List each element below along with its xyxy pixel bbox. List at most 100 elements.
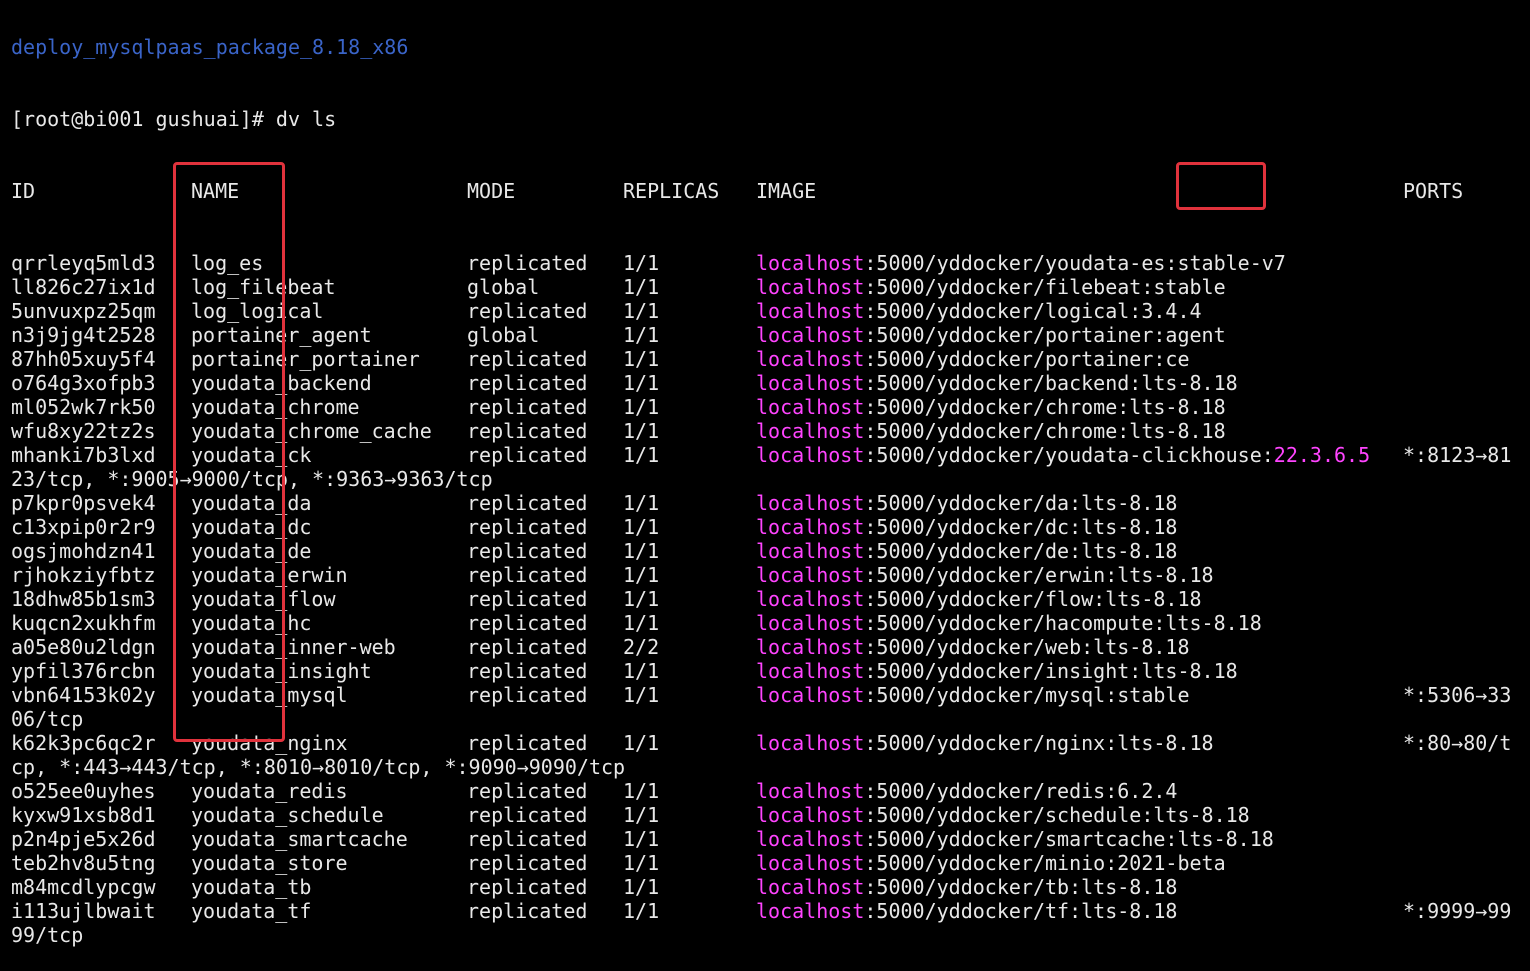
service-name: portainer_agent — [191, 323, 372, 347]
service-id: ll826c27ix1d — [11, 275, 156, 299]
service-name: youdata_schedule — [191, 803, 384, 827]
service-id: a05e80u2ldgn — [11, 635, 156, 659]
service-name: youdata_hc — [191, 611, 312, 635]
table-row: ypfil376rcbn youdata_insight replicated 1/1… — [0, 659, 1530, 683]
service-mode: replicated — [467, 827, 588, 851]
service-name: youdata_de — [191, 539, 312, 563]
terminal-output[interactable]: deploy_mysqlpaas_package_8.18_x86 [root@… — [0, 0, 1530, 971]
service-mode: replicated — [467, 251, 588, 275]
image-host: localhost — [756, 491, 865, 515]
service-mode: replicated — [467, 539, 588, 563]
image-host: localhost — [756, 323, 865, 347]
service-id: k62k3pc6qc2r — [11, 731, 156, 755]
service-mode: replicated — [467, 635, 588, 659]
service-mode: replicated — [467, 587, 588, 611]
image-path: :5000/yddocker/flow:lts-8.18 — [864, 587, 1202, 611]
service-name: portainer_portainer — [191, 347, 420, 371]
table-row: ml052wk7rk50 youdata_chrome replicated 1/1 l… — [0, 395, 1530, 419]
ports-continuation: 99/tcp — [11, 923, 84, 947]
image-host: localhost — [756, 419, 865, 443]
table-row: vbn64153k02y youdata_mysql replicated 1/1 lo… — [0, 683, 1530, 707]
service-name: youdata_dc — [191, 515, 312, 539]
image-path: :5000/yddocker/tb:lts-8.18 — [864, 875, 1178, 899]
image-host: localhost — [756, 587, 865, 611]
service-replicas: 1/1 — [623, 827, 660, 851]
service-id: ogsjmohdzn41 — [11, 539, 156, 563]
ports-wrap-line: cp, *:443→443/tcp, *:8010→8010/tcp, *:90… — [0, 755, 1530, 779]
image-path: :5000/yddocker/portainer:ce — [864, 347, 1190, 371]
service-image: localhost:5000/yddocker/youdata-clickhou… — [756, 443, 1370, 467]
service-image: localhost:5000/yddocker/dc:lts-8.18 — [756, 515, 1177, 539]
service-list: qrrleyq5mld3 log_es replicated 1/1 localhost… — [0, 251, 1530, 947]
service-mode: replicated — [467, 875, 588, 899]
service-image: localhost:5000/yddocker/insight:lts-8.18 — [756, 659, 1238, 683]
image-host: localhost — [756, 779, 865, 803]
image-path: :5000/yddocker/schedule:lts-8.18 — [864, 803, 1250, 827]
service-replicas: 1/1 — [623, 659, 660, 683]
image-host: localhost — [756, 515, 865, 539]
image-host: localhost — [756, 275, 865, 299]
service-name: youdata_mysql — [191, 683, 348, 707]
image-path: :5000/yddocker/chrome:lts-8.18 — [864, 395, 1226, 419]
service-name: log_logical — [191, 299, 324, 323]
table-row: kuqcn2xukhfm youdata_hc replicated 1/1 local… — [0, 611, 1530, 635]
service-replicas: 1/1 — [623, 491, 660, 515]
table-row: i113ujlbwait youdata_tf replicated 1/1 local… — [0, 899, 1530, 923]
service-replicas: 1/1 — [623, 443, 660, 467]
header-id: ID — [11, 179, 36, 203]
image-path: :5000/yddocker/filebeat:stable — [864, 275, 1226, 299]
table-header: ID NAME MODE REPLICAS IMAGE PORTS — [0, 179, 1530, 203]
service-image: localhost:5000/yddocker/backend:lts-8.18 — [756, 371, 1238, 395]
shell-prompt: [root@bi001 gushuai]# dv ls — [11, 107, 337, 131]
service-name: youdata_flow — [191, 587, 336, 611]
service-image: localhost:5000/yddocker/flow:lts-8.18 — [756, 587, 1202, 611]
service-name: youdata_insight — [191, 659, 372, 683]
table-row: p2n4pje5x26d youdata_smartcache replicated… — [0, 827, 1530, 851]
service-mode: global — [467, 275, 540, 299]
service-image: localhost:5000/yddocker/hacompute:lts-8.… — [756, 611, 1262, 635]
ports-wrap-line: 06/tcp — [0, 707, 1530, 731]
header-replicas: REPLICAS — [623, 179, 720, 203]
service-id: 5unvuxpz25qm — [11, 299, 156, 323]
service-mode: replicated — [467, 899, 588, 923]
table-row: o525ee0uyhes youdata_redis replicated 1/1 lo… — [0, 779, 1530, 803]
service-mode: replicated — [467, 491, 588, 515]
service-id: c13xpip0r2r9 — [11, 515, 156, 539]
service-replicas: 1/1 — [623, 803, 660, 827]
service-mode: replicated — [467, 563, 588, 587]
image-host: localhost — [756, 539, 865, 563]
image-host: localhost — [756, 683, 865, 707]
image-path: :5000/yddocker/logical:3.4.4 — [864, 299, 1202, 323]
table-row: rjhokziyfbtz youdata_erwin replicated 1/1 lo… — [0, 563, 1530, 587]
header-image: IMAGE — [756, 179, 817, 203]
table-row: mhanki7b3lxd youdata_ck replicated 1/1 local… — [0, 443, 1530, 467]
service-name: youdata_backend — [191, 371, 372, 395]
service-image: localhost:5000/yddocker/youdata-es:stabl… — [756, 251, 1286, 275]
ports-wrap-line: 99/tcp — [0, 923, 1530, 947]
image-host: localhost — [756, 635, 865, 659]
service-id: i113ujlbwait — [11, 899, 156, 923]
ports-continuation: 06/tcp — [11, 707, 84, 731]
service-replicas: 1/1 — [623, 731, 660, 755]
service-replicas: 1/1 — [623, 251, 660, 275]
image-path: :5000/yddocker/youdata-clickhouse: — [864, 443, 1274, 467]
image-host: localhost — [756, 659, 865, 683]
image-host: localhost — [756, 731, 865, 755]
image-path: :5000/yddocker/hacompute:lts-8.18 — [864, 611, 1262, 635]
ports-continuation: cp, *:443→443/tcp, *:8010→8010/tcp, *:90… — [11, 755, 626, 779]
service-id: o525ee0uyhes — [11, 779, 156, 803]
service-image: localhost:5000/yddocker/mysql:stable — [756, 683, 1189, 707]
table-row: k62k3pc6qc2r youdata_nginx replicated 1/1 lo… — [0, 731, 1530, 755]
image-path: :5000/yddocker/backend:lts-8.18 — [864, 371, 1238, 395]
image-host: localhost — [756, 899, 865, 923]
service-replicas: 1/1 — [623, 563, 660, 587]
service-name: youdata_tb — [191, 875, 312, 899]
image-path: :5000/yddocker/redis:6.2.4 — [864, 779, 1178, 803]
header-name: NAME — [191, 179, 240, 203]
service-image: localhost:5000/yddocker/filebeat:stable — [756, 275, 1226, 299]
image-host: localhost — [756, 347, 865, 371]
image-path: :5000/yddocker/de:lts-8.18 — [864, 539, 1178, 563]
image-host: localhost — [756, 827, 865, 851]
service-mode: replicated — [467, 851, 588, 875]
service-replicas: 2/2 — [623, 635, 660, 659]
